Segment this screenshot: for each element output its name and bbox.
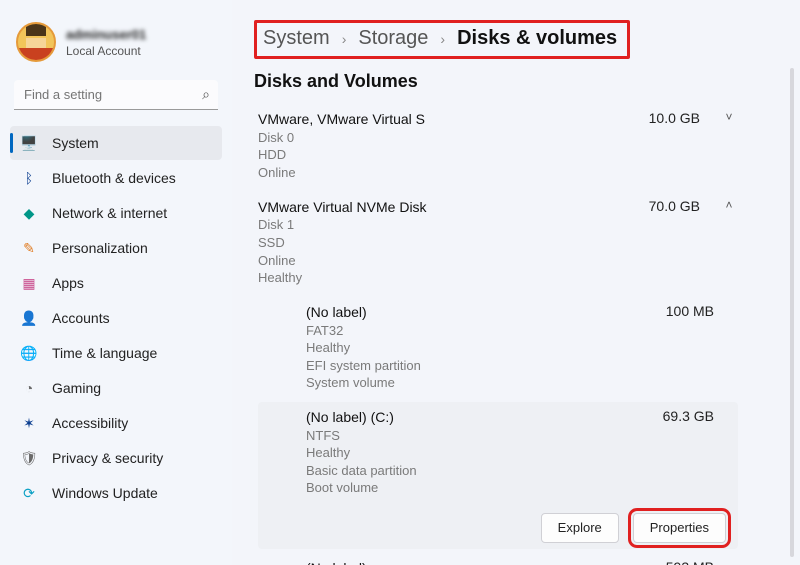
sidebar-item-network-internet[interactable]: ◆ Network & internet [10, 196, 222, 230]
sidebar-item-label: Gaming [52, 380, 101, 396]
volume-list: (No label)FAT32HealthyEFI system partiti… [258, 297, 738, 565]
nav-icon: ◔ [20, 379, 38, 397]
nav-icon: ⟳ [20, 484, 38, 502]
sidebar-item-accounts[interactable]: 👤 Accounts [10, 301, 222, 335]
sidebar-item-gaming[interactable]: ◔ Gaming [10, 371, 222, 405]
chevron-down-icon[interactable]: ˅ [720, 110, 738, 124]
disk-status: Online [258, 164, 649, 182]
search-input[interactable] [14, 80, 218, 110]
disk-item[interactable]: VMware, VMware Virtual S Disk 0HDDOnline… [254, 104, 742, 188]
nav-icon: 🖥️ [20, 134, 38, 152]
volume-label: (No label) [306, 303, 666, 322]
disk-health: Healthy [258, 269, 649, 287]
disk-size: 10.0 GB [649, 110, 700, 126]
user-block[interactable]: adminuser01 Local Account [10, 18, 222, 80]
volume-desc: EFI system partition [306, 357, 666, 375]
sidebar-item-bluetooth-devices[interactable]: ᛒ Bluetooth & devices [10, 161, 222, 195]
volume-size: 69.3 GB [663, 408, 714, 497]
sidebar-item-label: Accounts [52, 310, 110, 326]
volume-desc: Boot volume [306, 479, 663, 497]
nav-list: 🖥️ System ᛒ Bluetooth & devices ◆ Network & i… [10, 126, 222, 510]
volume-item[interactable]: (No label)FAT32HealthyEFI system partiti… [258, 297, 738, 398]
sidebar-item-personalization[interactable]: ✎ Personalization [10, 231, 222, 265]
chevron-right-icon: › [342, 31, 347, 47]
volume-fs: NTFS [306, 427, 663, 445]
volume-desc: System volume [306, 374, 666, 392]
disk-item[interactable]: VMware Virtual NVMe Disk Disk 1SSDOnline… [254, 192, 742, 565]
sidebar-item-label: Apps [52, 275, 84, 291]
volume-item[interactable]: (No label) (C:)NTFSHealthyBasic data par… [258, 402, 738, 549]
sidebar-item-system[interactable]: 🖥️ System [10, 126, 222, 160]
breadcrumb-system[interactable]: System [263, 27, 330, 50]
sidebar-item-apps[interactable]: ▦ Apps [10, 266, 222, 300]
nav-icon: ✶ [20, 414, 38, 432]
disk-name: VMware, VMware Virtual S [258, 110, 649, 129]
disk-type: SSD [258, 234, 649, 252]
nav-icon: ◆ [20, 204, 38, 222]
disk-designator: Disk 0 [258, 129, 649, 147]
disk-type: HDD [258, 146, 649, 164]
sidebar-item-time-language[interactable]: 🌐 Time & language [10, 336, 222, 370]
sidebar-item-label: Accessibility [52, 415, 128, 431]
main-panel: System › Storage › Disks & volumes Disks… [232, 0, 800, 565]
sidebar-item-accessibility[interactable]: ✶ Accessibility [10, 406, 222, 440]
disk-name: VMware Virtual NVMe Disk [258, 198, 649, 217]
user-subtitle: Local Account [66, 44, 146, 58]
nav-icon: 🌐 [20, 344, 38, 362]
volume-health: Healthy [306, 444, 663, 462]
sidebar-item-label: Privacy & security [52, 450, 163, 466]
page-title: Disks and Volumes [254, 71, 772, 92]
volume-actions: Explore Properties [306, 513, 732, 543]
nav-icon: ᛒ [20, 169, 38, 187]
volume-label: (No label) (C:) [306, 408, 663, 427]
chevron-right-icon: › [440, 31, 445, 47]
disk-list: VMware, VMware Virtual S Disk 0HDDOnline… [254, 104, 772, 565]
chevron-up-icon[interactable]: ˄ [720, 198, 738, 212]
volume-fs: FAT32 [306, 322, 666, 340]
search-icon[interactable]: ⌕ [202, 86, 210, 103]
nav-icon: ✎ [20, 239, 38, 257]
volume-size: 593 MB [666, 559, 714, 565]
volume-health: Healthy [306, 339, 666, 357]
user-name: adminuser01 [66, 27, 146, 42]
disk-size: 70.0 GB [649, 198, 700, 214]
volume-desc: Basic data partition [306, 462, 663, 480]
settings-sidebar: adminuser01 Local Account ⌕ 🖥️ System ᛒ Blu… [0, 0, 232, 565]
sidebar-item-privacy-security[interactable]: 🛡 Privacy & security [10, 441, 222, 475]
breadcrumb-current: Disks & volumes [457, 27, 617, 50]
sidebar-item-label: Personalization [52, 240, 148, 256]
explore-button[interactable]: Explore [541, 513, 619, 543]
volume-item[interactable]: (No label)NTFS 593 MB [258, 553, 738, 565]
sidebar-item-label: Time & language [52, 345, 157, 361]
disk-designator: Disk 1 [258, 216, 649, 234]
breadcrumb: System › Storage › Disks & volumes [254, 20, 630, 59]
search-box: ⌕ [14, 80, 218, 110]
scrollbar[interactable] [790, 68, 794, 557]
nav-icon: ▦ [20, 274, 38, 292]
volume-label: (No label) [306, 559, 666, 565]
avatar [16, 22, 56, 62]
nav-icon: 👤 [20, 309, 38, 327]
disk-status: Online [258, 252, 649, 270]
sidebar-item-label: System [52, 135, 99, 151]
volume-size: 100 MB [666, 303, 714, 392]
sidebar-item-windows-update[interactable]: ⟳ Windows Update [10, 476, 222, 510]
properties-button[interactable]: Properties [633, 513, 726, 543]
sidebar-item-label: Windows Update [52, 485, 158, 501]
nav-icon: 🛡 [20, 449, 38, 467]
sidebar-item-label: Bluetooth & devices [52, 170, 176, 186]
breadcrumb-storage[interactable]: Storage [358, 27, 428, 50]
sidebar-item-label: Network & internet [52, 205, 167, 221]
